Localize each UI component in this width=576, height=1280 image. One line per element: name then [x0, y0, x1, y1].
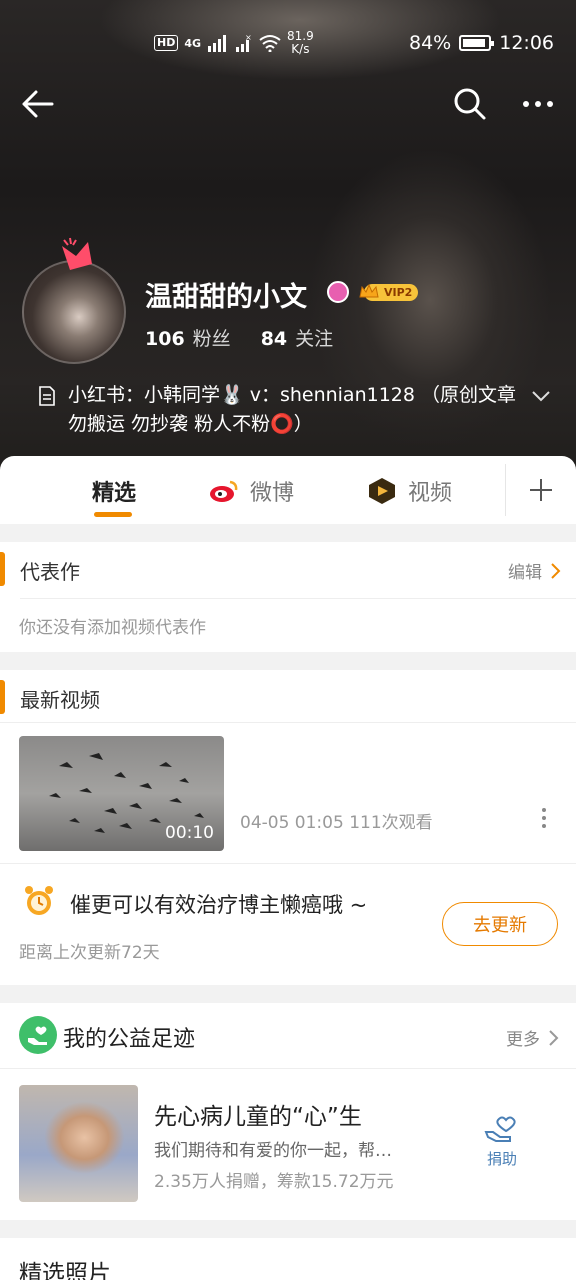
network-type: 4G	[184, 36, 202, 50]
more-options-icon[interactable]	[518, 84, 558, 124]
video-thumbnail[interactable]: 00:10	[19, 736, 224, 851]
battery-percent: 84%	[409, 32, 452, 54]
chevron-down-icon[interactable]	[530, 385, 552, 407]
chevron-right-icon	[549, 1029, 559, 1046]
add-tab-button[interactable]	[505, 464, 576, 516]
tab-video[interactable]: 视频	[366, 474, 452, 508]
hd-indicator: HD	[154, 35, 179, 51]
donate-label: 捐助	[486, 1150, 517, 1168]
followers-stat[interactable]: 106 粉丝	[145, 324, 231, 351]
donate-button[interactable]: 捐助	[480, 1114, 524, 1169]
charity-item-desc: 我们期待和有爱的你一起，帮…	[154, 1141, 392, 1161]
charity-more-button[interactable]: 更多	[506, 1025, 560, 1050]
followers-label: 粉丝	[192, 328, 231, 350]
avatar-decoration-icon	[62, 237, 92, 270]
status-bar: HD 4G × 81.9 K/s 84% 12:06	[0, 0, 576, 74]
video-meta: 04-05 01:05 111次观看	[240, 813, 433, 833]
username: 温甜甜的小文	[145, 282, 307, 313]
photos-card: 精选照片	[0, 1238, 576, 1280]
svg-text:×: ×	[245, 34, 252, 42]
signal-icon	[208, 35, 227, 52]
charity-item-title[interactable]: 先心病儿童的“心”生	[154, 1097, 362, 1131]
video-duration: 00:10	[165, 823, 214, 843]
charity-icon	[19, 1016, 57, 1054]
profile-page: HD 4G × 81.9 K/s 84% 12:06 温甜甜的小文 VIP2 1…	[0, 0, 576, 1280]
tab-featured-label: 精选	[92, 481, 137, 506]
representative-title: 代表作	[20, 560, 80, 584]
signal-icon-2: ×	[236, 34, 252, 52]
search-icon[interactable]	[450, 84, 490, 124]
video-channel-icon	[369, 478, 395, 504]
charity-project-image[interactable]	[19, 1085, 138, 1202]
tab-video-label: 视频	[408, 481, 453, 506]
charity-item-stats: 2.35万人捐赠，筹款15.72万元	[154, 1172, 394, 1192]
back-arrow-icon[interactable]	[18, 84, 58, 124]
alarm-clock-icon	[25, 886, 53, 915]
following-stat[interactable]: 84 关注	[261, 324, 333, 351]
section-accent	[0, 680, 5, 714]
latest-videos-title: 最新视频	[20, 688, 100, 712]
tab-weibo[interactable]: 微博	[208, 474, 294, 508]
profile-stats: 106 粉丝 84 关注	[145, 324, 333, 351]
tab-bar: 精选 微博 视频	[0, 456, 576, 524]
vip-badge[interactable]: VIP2	[358, 281, 419, 303]
last-update-text: 距离上次更新72天	[19, 943, 160, 963]
helping-hand-icon	[484, 1116, 516, 1142]
edit-label: 编辑	[508, 563, 542, 583]
followers-count: 106	[145, 328, 185, 350]
tab-featured[interactable]: 精选	[92, 474, 136, 508]
photos-title: 精选照片	[19, 1261, 111, 1280]
verified-badge-icon[interactable]	[327, 281, 349, 303]
edit-button[interactable]: 编辑	[508, 558, 562, 583]
more-label: 更多	[506, 1030, 540, 1050]
update-prompt-text: 催更可以有效治疗博主懒癌哦 ~	[70, 893, 368, 917]
divider	[0, 1068, 576, 1069]
clock: 12:06	[499, 32, 554, 54]
following-label: 关注	[295, 328, 334, 350]
document-icon	[39, 386, 55, 406]
divider	[0, 722, 576, 723]
top-nav	[0, 80, 576, 126]
bio-text: 小红书：小韩同学🐰 v：shennian1128 （原创文章 勿搬运 勿抄袭 粉…	[68, 384, 517, 435]
charity-title: 我的公益足迹	[63, 1027, 196, 1052]
weibo-icon	[210, 480, 238, 502]
video-more-icon[interactable]	[534, 806, 554, 830]
divider	[20, 598, 576, 599]
following-count: 84	[260, 328, 288, 350]
wifi-icon	[259, 35, 281, 52]
crown-icon	[359, 283, 379, 298]
battery-icon	[459, 35, 495, 51]
representative-card: 代表作 编辑 你还没有添加视频代表作	[0, 542, 576, 652]
tab-weibo-label: 微博	[250, 481, 295, 506]
active-tab-indicator	[94, 512, 132, 517]
plus-icon	[530, 479, 552, 501]
update-button[interactable]: 去更新	[442, 902, 558, 946]
speed-unit: K/s	[291, 42, 310, 56]
divider	[0, 863, 576, 864]
chevron-right-icon	[551, 562, 561, 579]
empty-representative-text: 你还没有添加视频代表作	[19, 618, 206, 638]
section-accent	[0, 552, 5, 586]
bio: 小红书：小韩同学🐰 v：shennian1128 （原创文章 勿搬运 勿抄袭 粉…	[38, 381, 558, 439]
network-speed: 81.9 K/s	[287, 30, 314, 56]
